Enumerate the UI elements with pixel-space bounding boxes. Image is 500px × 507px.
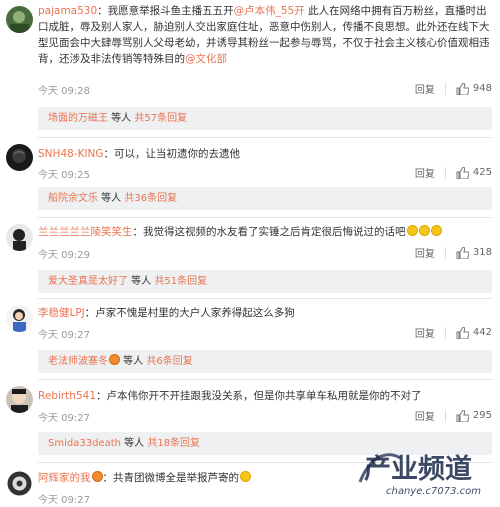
comment-text: ：卢本伟你开不开挂跟我没关系，但是你共享单车私用就是你的不对了 [96,390,422,402]
sub-reply-user[interactable]: 船院余文乐 [48,193,98,204]
comment-actions: 回复 425 [415,165,492,180]
divider [38,298,492,299]
reply-button[interactable]: 回复 [415,245,435,260]
avatar[interactable] [6,305,33,332]
reply-button[interactable]: 回复 [415,325,435,340]
sub-reply-mid: 等人 [128,276,155,287]
comment-body: 李稳健LPJ：卢家不愧是村里的大户人家养得起这么多狗 [38,305,492,321]
watermark-title: 产业频道 [364,453,472,485]
mention-link[interactable]: @卢本伟_55开 [234,5,305,17]
site-watermark: 产业频道 chanye.c7073.com [354,442,494,503]
thumb-up-icon[interactable] [456,246,469,259]
avatar[interactable] [6,224,33,251]
sub-replies-bar[interactable]: 场面的万磁王 等人 共57条回复 [38,107,492,130]
like-count: 425 [472,167,492,178]
sub-reply-mid: 等人 [108,113,135,124]
like-count: 318 [472,247,492,258]
emoji-icon [430,225,442,236]
comment-time: 今天 09:28 [38,86,90,97]
sub-reply-mid: 等人 [120,438,148,449]
reply-button[interactable]: 回复 [415,81,435,96]
sub-reply-user[interactable]: 爱大圣真是太好了 [48,276,128,287]
sub-reply-count[interactable]: 共18条回复 [147,438,200,449]
divider [38,137,492,138]
comment-time: 今天 09:29 [38,250,90,261]
reply-button[interactable]: 回复 [415,408,435,423]
comment-time: 今天 09:27 [38,495,90,506]
comment-username[interactable]: pajama530 [38,5,97,17]
like-count: 295 [472,410,492,421]
sub-reply-count[interactable]: 共51条回复 [154,276,207,287]
comment-time: 今天 09:27 [38,330,90,341]
comment-actions: 回复 442 [415,325,492,340]
comment-body: Rebirth541：卢本伟你开不开挂跟我没关系，但是你共享单车私用就是你的不对… [38,388,492,404]
watermark-logo: 产业频道 chanye.c7073.com [358,453,481,497]
comment-username[interactable]: 阿辉家的我 [38,472,91,484]
emoji-icon [240,471,251,482]
sub-reply-count[interactable]: 共57条回复 [134,113,187,124]
avatar[interactable] [6,144,33,171]
comment-text: ：我愿意举报斗鱼主播五五开 [97,5,234,17]
comment-time: 今天 09:27 [38,413,90,424]
comment-actions: 回复 295 [415,408,492,423]
emoji-icon [109,354,120,365]
sub-reply-user[interactable]: Smida33death [48,438,121,449]
sub-reply-count[interactable]: 共36条回复 [124,193,177,204]
thumb-up-icon[interactable] [456,82,469,95]
reply-button[interactable]: 回复 [415,165,435,180]
emoji-icon [91,471,103,482]
sub-replies-bar[interactable]: 船院余文乐 等人 共36条回复 [38,187,492,210]
mention-link[interactable]: @文化部 [185,53,227,65]
sub-reply-mid: 等人 [120,356,147,367]
avatar[interactable] [6,470,33,497]
comment-username[interactable]: Rebirth541 [38,390,96,402]
comment-text: ：可以，让当初遗你的去遗他 [103,148,241,160]
comment-body: 兰兰兰兰兰陵笑笑生：我觉得这视频的水友看了实锤之后肯定很后悔说过的话吧 [38,224,492,240]
sub-reply-user[interactable]: 老法师波塞冬 [48,356,108,367]
comment-time: 今天 09:25 [38,170,90,181]
sub-reply-user[interactable]: 场面的万磁王 [48,113,108,124]
avatar[interactable] [6,6,33,33]
sub-replies-bar[interactable]: 爱大圣真是太好了 等人 共51条回复 [38,270,492,293]
thumb-up-icon[interactable] [456,409,469,422]
divider [444,82,446,95]
comment-text: ：我觉得这视频的水友看了实锤之后肯定很后悔说过的话吧 [132,226,406,238]
sub-replies-bar[interactable]: 老法师波塞冬 等人 共6条回复 [38,350,492,373]
comment-username[interactable]: 李稳健LPJ [38,307,85,319]
comment-body: pajama530：我愿意举报斗鱼主播五五开@卢本伟_55开 此人在网络中拥有百… [38,3,492,67]
comment-body: SNH48-KING：可以，让当初遗你的去遗他 [38,146,492,162]
divider [444,326,446,339]
divider [444,409,446,422]
divider [444,166,446,179]
sub-reply-count[interactable]: 共6条回复 [146,356,192,367]
comment-text: ：卢家不愧是村里的大户人家养得起这么多狗 [84,307,295,319]
comment-username[interactable]: SNH48-KING [38,148,104,160]
emoji-icon [406,225,418,236]
sub-reply-mid: 等人 [98,193,125,204]
emoji-icon [418,225,430,236]
comment-username[interactable]: 兰兰兰兰兰陵笑笑生 [38,226,133,238]
like-count: 948 [472,83,492,94]
divider [444,246,446,259]
thumb-up-icon[interactable] [456,166,469,179]
avatar[interactable] [6,386,33,413]
comment-text: ：共青团微博全是举报芦寄的 [102,472,240,484]
comment-actions: 回复 318 [415,245,492,260]
watermark-url: chanye.c7073.com [386,486,481,497]
like-count: 442 [472,327,492,338]
thumb-up-icon[interactable] [456,326,469,339]
divider [38,379,492,380]
divider [38,217,492,218]
comment-actions: 回复 948 [415,81,492,96]
